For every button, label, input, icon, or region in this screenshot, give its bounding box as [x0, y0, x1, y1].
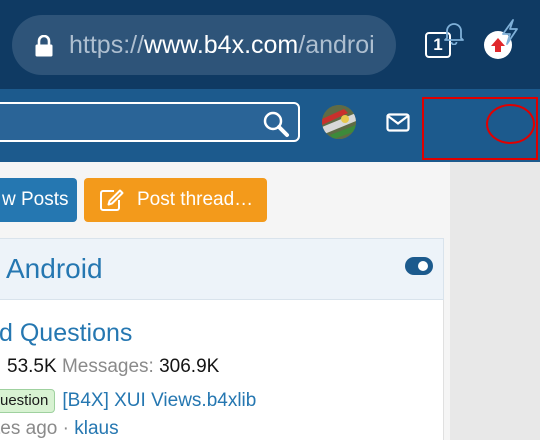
new-posts-button[interactable]: w Posts	[0, 178, 77, 222]
search-input[interactable]	[0, 102, 300, 142]
annotation-circle	[486, 104, 535, 144]
bolt-icon[interactable]	[499, 18, 521, 46]
search-icon[interactable]	[262, 110, 290, 138]
toggle-icon[interactable]	[405, 257, 433, 275]
address-bar[interactable]: https://www.b4x.com/androi	[12, 15, 396, 75]
forum-stats: 53.5K Messages: 306.9K	[7, 355, 219, 379]
edit-icon	[100, 189, 124, 211]
mail-icon[interactable]	[386, 113, 410, 132]
messages-label: Messages:	[61, 356, 154, 377]
site-header	[0, 89, 450, 162]
post-thread-label: Post thread…	[137, 189, 254, 210]
thread-prefix-badge: uestion	[0, 389, 56, 413]
latest-thread-link[interactable]: [B4X] XUI Views.b4xlib	[62, 389, 256, 413]
bell-icon[interactable]	[443, 21, 465, 45]
latest-thread: uestion [B4X] XUI Views.b4xlib	[0, 389, 256, 415]
url-text: https://www.b4x.com/androi	[69, 29, 375, 61]
forum-node: d Questions 53.5K Messages: 306.9K uesti…	[0, 300, 444, 440]
url-scheme: https://	[69, 31, 145, 59]
latest-thread-meta: tes ago · klaus	[0, 417, 119, 440]
lock-icon	[35, 35, 53, 57]
forum-title[interactable]: d Questions	[0, 317, 132, 349]
threads-count: 53.5K	[7, 356, 57, 377]
forum-content: w Posts Post thread… Android d Questions…	[0, 162, 450, 440]
latest-time: tes ago	[0, 418, 58, 439]
messages-count: 306.9K	[159, 356, 220, 377]
post-thread-button[interactable]: Post thread…	[84, 178, 267, 222]
meta-separator: ·	[62, 418, 69, 439]
url-path: /androi	[298, 31, 375, 59]
avatar[interactable]	[322, 105, 356, 139]
category-header: Android	[0, 238, 444, 300]
latest-user-link[interactable]: klaus	[74, 418, 118, 439]
category-title[interactable]: Android	[6, 251, 103, 287]
url-domain: www.b4x.com	[144, 31, 299, 59]
